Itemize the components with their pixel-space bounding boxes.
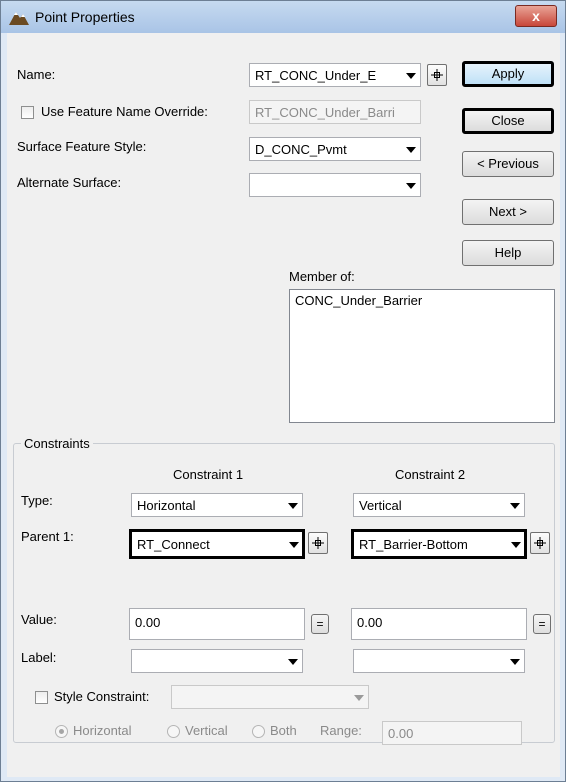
constraint-2-header: Constraint 2 — [395, 467, 466, 482]
dialog-body: Name: RT_CONC_Under_E Use Feature Name O… — [7, 33, 560, 777]
member-of-label: Member of: — [289, 269, 355, 284]
member-of-list[interactable]: CONC_Under_Barrier — [289, 289, 555, 423]
chevron-down-icon — [406, 73, 416, 79]
alternate-surface-dropdown[interactable] — [249, 173, 421, 197]
use-feature-name-override-checkbox[interactable] — [21, 106, 34, 119]
constraint-1-equals-button[interactable]: = — [311, 614, 329, 634]
constraint-1-parent-dropdown[interactable]: RT_Connect — [129, 529, 305, 559]
name-dropdown[interactable]: RT_CONC_Under_E — [249, 63, 421, 87]
style-constraint-label: Style Constraint: — [54, 689, 150, 704]
constraint-1-parent-pick-button[interactable] — [308, 532, 328, 554]
feature-name-override-value: RT_CONC_Under_Barri — [255, 105, 395, 120]
name-pick-button[interactable] — [427, 64, 447, 86]
close-button[interactable]: Close — [462, 108, 554, 134]
constraint-2-parent-pick-button[interactable] — [530, 532, 550, 554]
window-close-button[interactable]: x — [515, 5, 557, 27]
name-value: RT_CONC_Under_E — [255, 68, 377, 83]
constraints-group-label: Constraints — [21, 436, 93, 451]
parent-1-label: Parent 1: — [21, 529, 74, 544]
alternate-surface-label: Alternate Surface: — [17, 175, 122, 190]
feature-name-override-field[interactable]: RT_CONC_Under_Barri — [249, 100, 421, 124]
constraint-2-type-value: Vertical — [359, 498, 402, 513]
chevron-down-icon — [288, 659, 298, 665]
constraint-2-value: 0.00 — [357, 615, 383, 630]
constraint-2-value-field[interactable]: 0.00 — [351, 608, 527, 640]
type-label: Type: — [21, 493, 53, 508]
constraint-2-parent-value: RT_Barrier-Bottom — [359, 537, 468, 552]
chevron-down-icon — [510, 659, 520, 665]
app-icon — [9, 12, 29, 25]
constraint-2-label-dropdown[interactable] — [353, 649, 525, 673]
window-title: Point Properties — [35, 9, 135, 25]
constraint-2-type-dropdown[interactable]: Vertical — [353, 493, 525, 517]
value-label: Value: — [21, 612, 57, 627]
surface-feature-style-value: D_CONC_Pvmt — [255, 142, 347, 157]
constraint-1-type-dropdown[interactable]: Horizontal — [131, 493, 303, 517]
style-constraint-checkbox[interactable] — [35, 691, 48, 704]
crosshair-icon — [431, 69, 443, 81]
chevron-down-icon — [406, 183, 416, 189]
constraint-2-equals-button[interactable]: = — [533, 614, 551, 634]
label-label: Label: — [21, 650, 57, 665]
range-field[interactable]: 0.00 — [382, 721, 522, 745]
crosshair-icon — [534, 537, 546, 549]
chevron-down-icon — [354, 695, 364, 701]
range-value: 0.00 — [388, 726, 414, 741]
title-bar[interactable]: Point Properties x — [1, 1, 565, 33]
next-button[interactable]: Next > — [462, 199, 554, 225]
constraint-1-label-dropdown[interactable] — [131, 649, 303, 673]
radio-horizontal[interactable] — [55, 725, 68, 738]
chevron-down-icon — [510, 503, 520, 509]
constraint-1-type-value: Horizontal — [137, 498, 196, 513]
previous-button[interactable]: < Previous — [462, 151, 554, 177]
chevron-down-icon — [511, 542, 521, 548]
constraint-1-header: Constraint 1 — [173, 467, 244, 482]
chevron-down-icon — [289, 542, 299, 548]
constraint-2-parent-dropdown[interactable]: RT_Barrier-Bottom — [351, 529, 527, 559]
chevron-down-icon — [406, 147, 416, 153]
radio-both[interactable] — [252, 725, 265, 738]
surface-feature-style-label: Surface Feature Style: — [17, 139, 147, 154]
radio-both-label: Both — [270, 723, 297, 738]
constraint-1-value: 0.00 — [135, 615, 161, 630]
style-constraint-dropdown[interactable] — [171, 685, 369, 709]
constraint-1-value-field[interactable]: 0.00 — [129, 608, 305, 640]
help-button[interactable]: Help — [462, 240, 554, 266]
use-feature-name-override-label: Use Feature Name Override: — [41, 104, 208, 119]
list-item[interactable]: CONC_Under_Barrier — [295, 293, 422, 308]
radio-vertical-label: Vertical — [185, 723, 228, 738]
name-label: Name: — [17, 67, 56, 82]
point-properties-dialog: Point Properties x Name: RT_CONC_Under_E… — [0, 0, 566, 782]
crosshair-icon — [312, 537, 324, 549]
radio-horizontal-label: Horizontal — [73, 723, 132, 738]
surface-feature-style-dropdown[interactable]: D_CONC_Pvmt — [249, 137, 421, 161]
radio-vertical[interactable] — [167, 725, 180, 738]
chevron-down-icon — [288, 503, 298, 509]
constraint-1-parent-value: RT_Connect — [137, 537, 210, 552]
range-label: Range: — [320, 723, 362, 738]
apply-button[interactable]: Apply — [462, 61, 554, 87]
